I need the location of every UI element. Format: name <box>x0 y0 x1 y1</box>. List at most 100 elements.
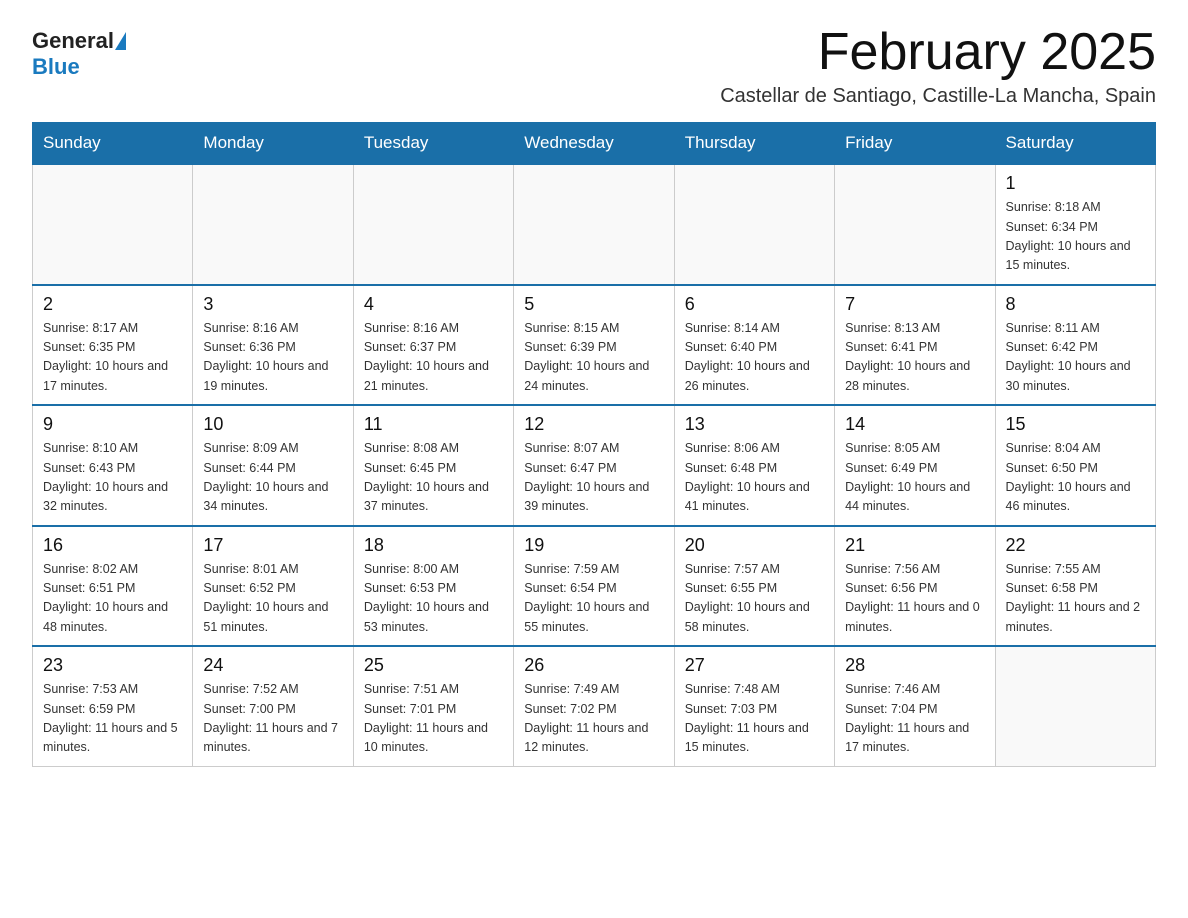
day-info: Sunrise: 8:15 AM Sunset: 6:39 PM Dayligh… <box>524 319 663 397</box>
day-number: 11 <box>364 414 503 435</box>
calendar-header: SundayMondayTuesdayWednesdayThursdayFrid… <box>33 123 1156 165</box>
calendar-table: SundayMondayTuesdayWednesdayThursdayFrid… <box>32 122 1156 767</box>
day-info: Sunrise: 7:48 AM Sunset: 7:03 PM Dayligh… <box>685 680 824 758</box>
calendar-day-cell: 22 Sunrise: 7:55 AM Sunset: 6:58 PM Dayli… <box>995 526 1155 647</box>
weekday-header-monday: Monday <box>193 123 353 165</box>
weekday-header-friday: Friday <box>835 123 995 165</box>
calendar-day-cell: 16Sunrise: 8:02 AM Sunset: 6:51 PM Dayli… <box>33 526 193 647</box>
day-number: 13 <box>685 414 824 435</box>
day-number: 21 <box>845 535 984 556</box>
day-number: 28 <box>845 655 984 676</box>
weekday-header-tuesday: Tuesday <box>353 123 513 165</box>
day-number: 23 <box>43 655 182 676</box>
calendar-day-cell: 6 Sunrise: 8:14 AM Sunset: 6:40 PM Daylig… <box>674 285 834 406</box>
calendar-day-cell: 1 Sunrise: 8:18 AM Sunset: 6:34 PM Daylig… <box>995 164 1155 285</box>
weekday-header-row: SundayMondayTuesdayWednesdayThursdayFrid… <box>33 123 1156 165</box>
day-number: 9 <box>43 414 182 435</box>
weekday-header-saturday: Saturday <box>995 123 1155 165</box>
calendar-day-cell: 8 Sunrise: 8:11 AM Sunset: 6:42 PM Daylig… <box>995 285 1155 406</box>
calendar-day-cell: 23 Sunrise: 7:53 AM Sunset: 6:59 PM Dayli… <box>33 646 193 766</box>
logo-blue-text: Blue <box>32 54 80 79</box>
calendar-day-cell: 5 Sunrise: 8:15 AM Sunset: 6:39 PM Daylig… <box>514 285 674 406</box>
day-info: Sunrise: 8:00 AM Sunset: 6:53 PM Dayligh… <box>364 560 503 638</box>
day-number: 7 <box>845 294 984 315</box>
day-number: 3 <box>203 294 342 315</box>
calendar-week-row: 16Sunrise: 8:02 AM Sunset: 6:51 PM Dayli… <box>33 526 1156 647</box>
day-info: Sunrise: 7:53 AM Sunset: 6:59 PM Dayligh… <box>43 680 182 758</box>
day-info: Sunrise: 8:16 AM Sunset: 6:37 PM Dayligh… <box>364 319 503 397</box>
day-number: 10 <box>203 414 342 435</box>
page-header: General Blue February 2025 Castellar de … <box>32 24 1156 108</box>
day-info: Sunrise: 8:10 AM Sunset: 6:43 PM Dayligh… <box>43 439 182 517</box>
day-number: 27 <box>685 655 824 676</box>
calendar-day-cell: 2Sunrise: 8:17 AM Sunset: 6:35 PM Daylig… <box>33 285 193 406</box>
calendar-day-cell: 21 Sunrise: 7:56 AM Sunset: 6:56 PM Dayli… <box>835 526 995 647</box>
logo-general-text: General <box>32 28 114 54</box>
calendar-day-cell: 10 Sunrise: 8:09 AM Sunset: 6:44 PM Dayli… <box>193 405 353 526</box>
day-number: 20 <box>685 535 824 556</box>
day-info: Sunrise: 8:13 AM Sunset: 6:41 PM Dayligh… <box>845 319 984 397</box>
day-info: Sunrise: 8:05 AM Sunset: 6:49 PM Dayligh… <box>845 439 984 517</box>
calendar-day-cell <box>835 164 995 285</box>
calendar-week-row: 9 Sunrise: 8:10 AM Sunset: 6:43 PM Daylig… <box>33 405 1156 526</box>
day-info: Sunrise: 7:52 AM Sunset: 7:00 PM Dayligh… <box>203 680 342 758</box>
day-info: Sunrise: 8:04 AM Sunset: 6:50 PM Dayligh… <box>1006 439 1145 517</box>
calendar-day-cell: 13 Sunrise: 8:06 AM Sunset: 6:48 PM Dayli… <box>674 405 834 526</box>
day-info: Sunrise: 8:06 AM Sunset: 6:48 PM Dayligh… <box>685 439 824 517</box>
logo-triangle-icon <box>115 32 126 50</box>
calendar-day-cell: 12Sunrise: 8:07 AM Sunset: 6:47 PM Dayli… <box>514 405 674 526</box>
month-title: February 2025 <box>720 24 1156 81</box>
calendar-day-cell: 20 Sunrise: 7:57 AM Sunset: 6:55 PM Dayli… <box>674 526 834 647</box>
calendar-day-cell: 19 Sunrise: 7:59 AM Sunset: 6:54 PM Dayli… <box>514 526 674 647</box>
calendar-day-cell <box>674 164 834 285</box>
location-subtitle: Castellar de Santiago, Castille-La Manch… <box>720 85 1156 108</box>
day-number: 17 <box>203 535 342 556</box>
weekday-header-thursday: Thursday <box>674 123 834 165</box>
day-number: 1 <box>1006 173 1145 194</box>
day-number: 2 <box>43 294 182 315</box>
calendar-day-cell: 24 Sunrise: 7:52 AM Sunset: 7:00 PM Dayli… <box>193 646 353 766</box>
weekday-header-wednesday: Wednesday <box>514 123 674 165</box>
day-info: Sunrise: 8:18 AM Sunset: 6:34 PM Dayligh… <box>1006 198 1145 276</box>
calendar-day-cell: 18Sunrise: 8:00 AM Sunset: 6:53 PM Dayli… <box>353 526 513 647</box>
calendar-body: 1 Sunrise: 8:18 AM Sunset: 6:34 PM Daylig… <box>33 164 1156 766</box>
day-number: 4 <box>364 294 503 315</box>
day-number: 22 <box>1006 535 1145 556</box>
weekday-header-sunday: Sunday <box>33 123 193 165</box>
day-number: 5 <box>524 294 663 315</box>
day-info: Sunrise: 7:55 AM Sunset: 6:58 PM Dayligh… <box>1006 560 1145 638</box>
calendar-day-cell: 27 Sunrise: 7:48 AM Sunset: 7:03 PM Dayli… <box>674 646 834 766</box>
day-info: Sunrise: 7:49 AM Sunset: 7:02 PM Dayligh… <box>524 680 663 758</box>
calendar-week-row: 23 Sunrise: 7:53 AM Sunset: 6:59 PM Dayli… <box>33 646 1156 766</box>
day-number: 16 <box>43 535 182 556</box>
day-number: 24 <box>203 655 342 676</box>
day-info: Sunrise: 8:14 AM Sunset: 6:40 PM Dayligh… <box>685 319 824 397</box>
day-info: Sunrise: 7:56 AM Sunset: 6:56 PM Dayligh… <box>845 560 984 638</box>
calendar-week-row: 2Sunrise: 8:17 AM Sunset: 6:35 PM Daylig… <box>33 285 1156 406</box>
calendar-day-cell <box>33 164 193 285</box>
calendar-day-cell: 3Sunrise: 8:16 AM Sunset: 6:36 PM Daylig… <box>193 285 353 406</box>
day-info: Sunrise: 8:09 AM Sunset: 6:44 PM Dayligh… <box>203 439 342 517</box>
calendar-day-cell: 26 Sunrise: 7:49 AM Sunset: 7:02 PM Dayli… <box>514 646 674 766</box>
calendar-day-cell: 4 Sunrise: 8:16 AM Sunset: 6:37 PM Daylig… <box>353 285 513 406</box>
day-number: 12 <box>524 414 663 435</box>
logo: General Blue <box>32 28 127 80</box>
day-number: 19 <box>524 535 663 556</box>
day-info: Sunrise: 8:01 AM Sunset: 6:52 PM Dayligh… <box>203 560 342 638</box>
day-number: 15 <box>1006 414 1145 435</box>
calendar-day-cell <box>353 164 513 285</box>
calendar-week-row: 1 Sunrise: 8:18 AM Sunset: 6:34 PM Daylig… <box>33 164 1156 285</box>
day-number: 8 <box>1006 294 1145 315</box>
day-number: 25 <box>364 655 503 676</box>
day-info: Sunrise: 7:57 AM Sunset: 6:55 PM Dayligh… <box>685 560 824 638</box>
calendar-day-cell: 14Sunrise: 8:05 AM Sunset: 6:49 PM Dayli… <box>835 405 995 526</box>
day-number: 26 <box>524 655 663 676</box>
calendar-day-cell: 7 Sunrise: 8:13 AM Sunset: 6:41 PM Daylig… <box>835 285 995 406</box>
calendar-day-cell: 15 Sunrise: 8:04 AM Sunset: 6:50 PM Dayli… <box>995 405 1155 526</box>
day-info: Sunrise: 8:11 AM Sunset: 6:42 PM Dayligh… <box>1006 319 1145 397</box>
title-block: February 2025 Castellar de Santiago, Cas… <box>720 24 1156 108</box>
calendar-day-cell <box>995 646 1155 766</box>
day-number: 6 <box>685 294 824 315</box>
day-info: Sunrise: 7:59 AM Sunset: 6:54 PM Dayligh… <box>524 560 663 638</box>
calendar-day-cell: 17 Sunrise: 8:01 AM Sunset: 6:52 PM Dayli… <box>193 526 353 647</box>
